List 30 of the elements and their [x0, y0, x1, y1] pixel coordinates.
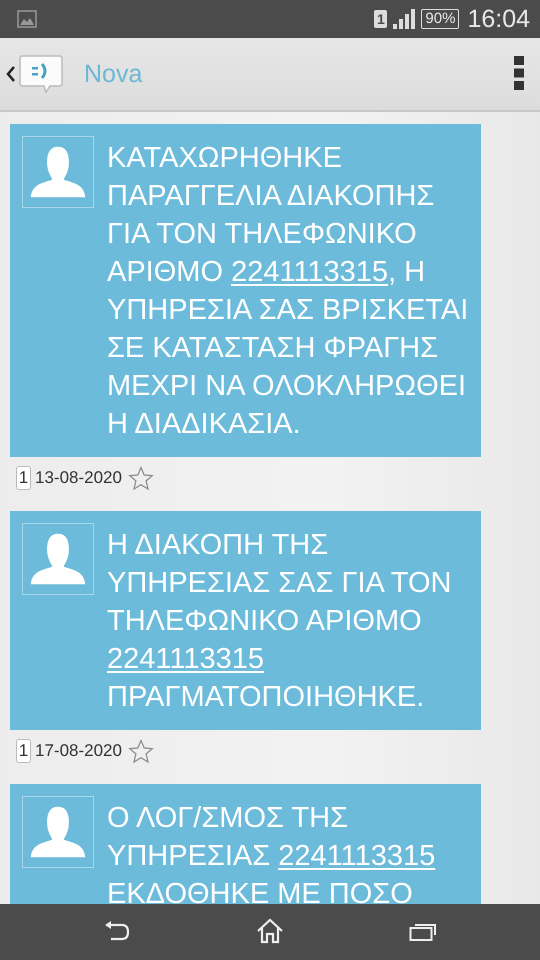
message-text: Ο ΛΟΓ/ΣΜΟΣ ΤΗΣ ΥΠΗΡΕΣΙΑΣ 2241113315 ΕΚΔΟΘΗΚΕ ΜΕ ΠΟΣΟ	[107, 801, 436, 904]
signal-icon	[393, 9, 416, 29]
back-button[interactable]	[6, 54, 64, 94]
avatar-icon	[22, 523, 94, 595]
phone-link[interactable]: 2241113315	[231, 256, 388, 288]
sim-indicator: 1	[16, 739, 31, 763]
battery-indicator: 90%	[421, 9, 460, 29]
back-icon	[102, 920, 131, 942]
sim-indicator: 1	[16, 466, 31, 490]
avatar-icon	[22, 796, 94, 868]
clock: 16:04	[467, 4, 530, 34]
chat-bubble-icon	[18, 54, 64, 94]
image-icon	[17, 10, 37, 28]
sim-indicator: 1	[374, 10, 388, 28]
message-date: 13-08-2020	[35, 468, 122, 488]
phone-link[interactable]: 2241113315	[278, 840, 436, 872]
avatar-icon	[22, 136, 94, 208]
phone-link[interactable]: 2241113315	[107, 643, 264, 675]
message-bubble[interactable]: Ο ΛΟΓ/ΣΜΟΣ ΤΗΣ ΥΠΗΡΕΣΙΑΣ 2241113315 ΕΚΔΟΘΗΚΕ ΜΕ ΠΟΣΟ	[10, 784, 481, 904]
message-bubble[interactable]: Η ΔΙΑΚΟΠΗ ΤΗΣ ΥΠΗΡΕΣΙΑΣ ΣΑΣ ΓΙΑ ΤΟΝ ΤΗΛΕΦΩΝΙΚΟ ΑΡΙΘΜΟ 2241113315 ΠΡΑΓΜΑΤΟΠΟΙΗΘΗΚΕ.	[10, 511, 481, 730]
conversation-title: Nova	[84, 60, 144, 88]
message-date: 17-08-2020	[35, 741, 122, 761]
star-icon[interactable]	[128, 466, 154, 490]
star-icon[interactable]	[128, 738, 154, 764]
menu-icon	[514, 56, 524, 90]
message-text: ΚΑΤΑΧΩΡΗΘΗΚΕ ΠΑΡΑΓΓΕΛΙΑ ΔΙΑΚΟΠΗΣ ΓΙΑ ΤΟΝ ΤΗΛΕΦΩΝΙΚΟ ΑΡΙΘΜΟ 2241113315, Η ΥΠΗΡΕΣΙΑ ΣΑΣ ΒΡΙΣΚΕΤΑΙ ΣΕ ΚΑΤΑΣΤΑΣΗ ΦΡΑΓΗΣ ΜΕΧΡΙ ΝΑ ΟΛΟΚΛΗΡΩΘΕΙ Η ΔΙΑΔΙΚΑΣΙΑ.	[107, 141, 470, 442]
home-icon	[256, 918, 284, 944]
message-bubble[interactable]: ΚΑΤΑΧΩΡΗΘΗΚΕ ΠΑΡΑΓΓΕΛΙΑ ΔΙΑΚΟΠΗΣ ΓΙΑ ΤΟΝ ΤΗΛΕΦΩΝΙΚΟ ΑΡΙΘΜΟ 2241113315, Η ΥΠΗΡΕΣΙΑ ΣΑΣ ΒΡΙΣΚΕΤΑΙ ΣΕ ΚΑΤΑΣΤΑΣΗ ΦΡΑΓΗΣ ΜΕΧΡΙ ΝΑ ΟΛΟΚΛΗΡΩΘΕΙ Η ΔΙΑΔΙΚΑΣΙΑ.	[10, 124, 481, 457]
back-icon	[6, 65, 16, 83]
message-text: Η ΔΙΑΚΟΠΗ ΤΗΣ ΥΠΗΡΕΣΙΑΣ ΣΑΣ ΓΙΑ ΤΟΝ ΤΗΛΕΦΩΝΙΚΟ ΑΡΙΘΜΟ 2241113315 ΠΡΑΓΜΑΤΟΠΟΙΗΘΗΚΕ.	[107, 528, 452, 715]
